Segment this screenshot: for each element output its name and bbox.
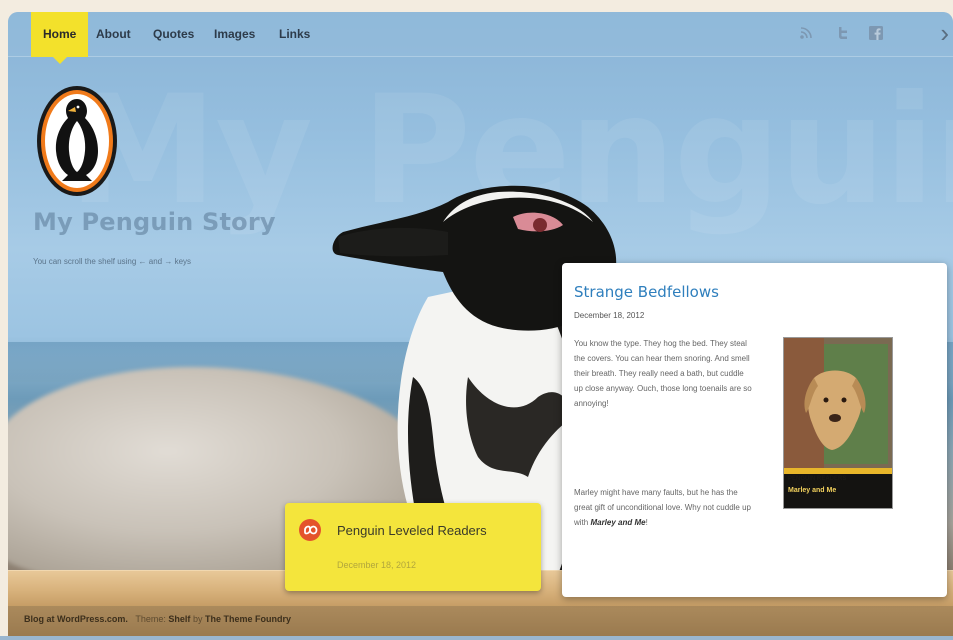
post-date: December 18, 2012 [574,311,645,320]
nav-about[interactable]: About [96,12,131,57]
site-footer: Blog at WordPress.com. Theme: Shelf by T… [8,606,953,636]
post-card-penguin-leveled-readers[interactable]: Penguin Leveled Readers December 18, 201… [285,503,541,591]
nav-home[interactable]: Home [31,12,89,64]
nav-quotes[interactable]: Quotes [153,12,194,57]
book-series-label: PENGUIN READERS [788,476,847,482]
book-cover-image[interactable] [783,337,893,509]
infinity-icon [299,519,321,541]
post-card-strange-bedfellows[interactable]: Strange Bedfellows December 18, 2012 You… [562,263,947,597]
nav-images[interactable]: Images [214,12,255,57]
book-title-emphasis: Marley and Me [590,518,646,527]
browser-frame: My Penguin Home About Quotes Images Link… [8,12,953,636]
chevron-right-icon[interactable]: › [940,18,949,48]
site-description: You can scroll the shelf using ← and → k… [33,257,192,266]
post-paragraph-2: Marley might have many faults, but he ha… [574,485,754,530]
post-paragraph-1: You know the type. They hog the bed. The… [574,339,752,408]
twitter-icon[interactable] [834,26,850,42]
by-label: by [192,614,203,624]
theme-link[interactable]: Shelf [168,614,190,624]
top-nav: Home About Quotes Images Links › [8,12,953,64]
theme-label: Theme: [135,614,166,624]
post-title[interactable]: Penguin Leveled Readers [337,523,487,538]
post-title[interactable]: Strange Bedfellows [574,283,719,301]
theme-author-link[interactable]: The Theme Foundry [205,614,291,624]
nav-links[interactable]: Links [279,12,310,57]
post-date: December 18, 2012 [337,560,417,570]
rss-icon[interactable] [798,26,814,42]
paragraph-suffix: ! [645,518,648,527]
book-title-label: Marley and Me [788,487,837,494]
facebook-icon[interactable] [868,26,884,42]
site-title[interactable]: My Penguin Story [33,208,276,236]
bottom-scrollbar[interactable] [0,636,953,640]
penguin-logo[interactable] [36,85,118,197]
wordpress-link[interactable]: Blog at WordPress.com. [24,614,128,624]
